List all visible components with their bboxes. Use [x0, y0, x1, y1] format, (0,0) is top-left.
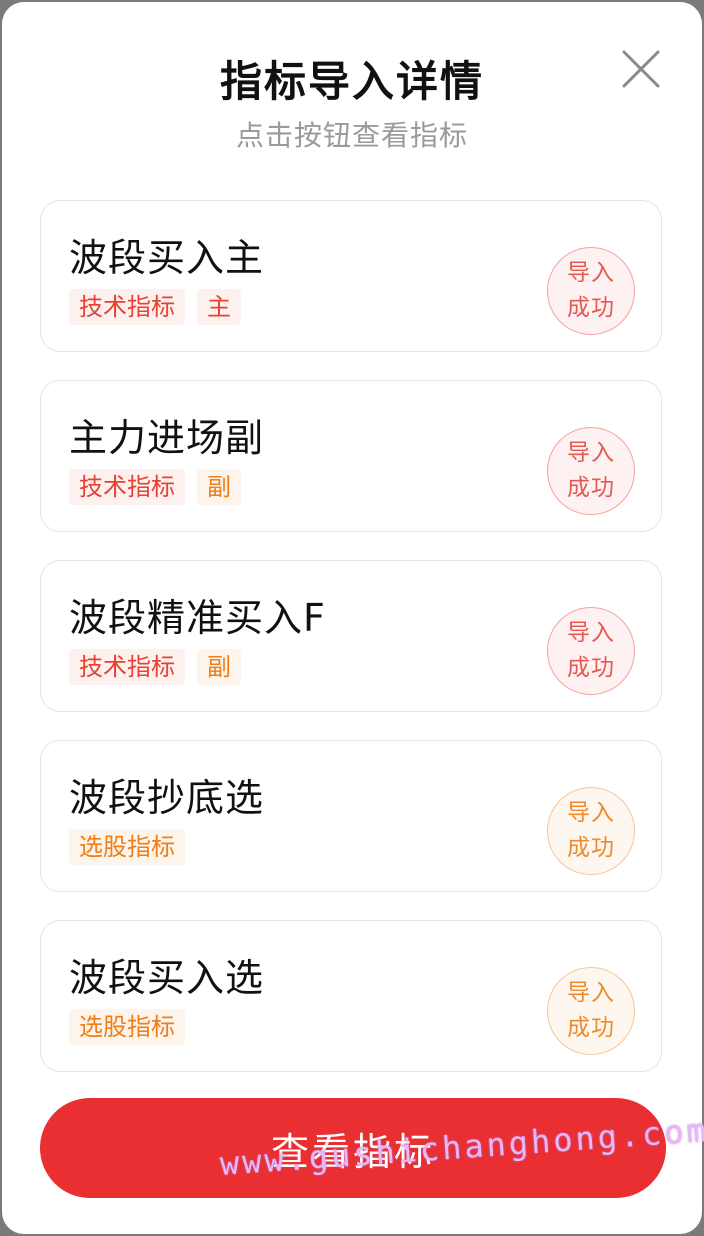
import-success-stamp: 导入 成功 — [547, 787, 635, 875]
import-success-stamp: 导入 成功 — [547, 607, 635, 695]
stamp-line: 成功 — [567, 295, 615, 321]
stamp-line: 导入 — [567, 260, 615, 286]
indicator-name: 波段抄底选 — [69, 776, 265, 820]
tag-group: 选股指标 — [69, 829, 185, 865]
stamp-line: 导入 — [567, 980, 615, 1006]
dialog-title: 指标导入详情 — [219, 57, 484, 106]
tag-badge: 选股指标 — [69, 1009, 185, 1045]
import-success-stamp: 导入 成功 — [547, 427, 635, 515]
indicator-name: 主力进场副 — [69, 416, 265, 460]
indicator-name: 波段买入主 — [69, 236, 265, 280]
dialog-subtitle: 点击按钮查看指标 — [235, 119, 468, 152]
tag-badge: 技术指标 — [69, 469, 185, 505]
stamp-line: 成功 — [567, 1015, 615, 1041]
stamp-line: 导入 — [567, 440, 615, 466]
indicator-card: 主力进场副 技术指标 副 导入 成功 — [40, 380, 662, 532]
import-success-stamp: 导入 成功 — [547, 967, 635, 1055]
indicator-name: 波段买入选 — [69, 956, 265, 1000]
import-success-stamp: 导入 成功 — [547, 247, 635, 335]
tag-group: 技术指标 副 — [69, 469, 241, 505]
stamp-line: 成功 — [567, 835, 615, 861]
tag-group: 技术指标 主 — [69, 289, 241, 325]
stamp-line: 成功 — [567, 475, 615, 501]
tag-badge: 技术指标 — [69, 649, 185, 685]
tag-badge: 技术指标 — [69, 289, 185, 325]
indicator-name: 波段精准买入F — [69, 596, 326, 640]
tag-group: 选股指标 — [69, 1009, 185, 1045]
indicator-card: 波段精准买入F 技术指标 副 导入 成功 — [40, 560, 662, 712]
stamp-line: 导入 — [567, 800, 615, 826]
stamp-line: 导入 — [567, 620, 615, 646]
tag-badge: 副 — [197, 649, 241, 685]
indicator-card: 波段抄底选 选股指标 导入 成功 — [40, 740, 662, 892]
close-icon[interactable] — [614, 42, 664, 92]
import-details-dialog: 指标导入详情 点击按钮查看指标 波段买入主 技术指标 主 导入 成功 主力进场副… — [2, 2, 702, 1234]
tag-badge: 副 — [197, 469, 241, 505]
stamp-line: 成功 — [567, 655, 615, 681]
indicator-card: 波段买入主 技术指标 主 导入 成功 — [40, 200, 662, 352]
indicator-card: 波段买入选 选股指标 导入 成功 — [40, 920, 662, 1072]
tag-badge: 选股指标 — [69, 829, 185, 865]
tag-group: 技术指标 副 — [69, 649, 241, 685]
tag-badge: 主 — [197, 289, 241, 325]
